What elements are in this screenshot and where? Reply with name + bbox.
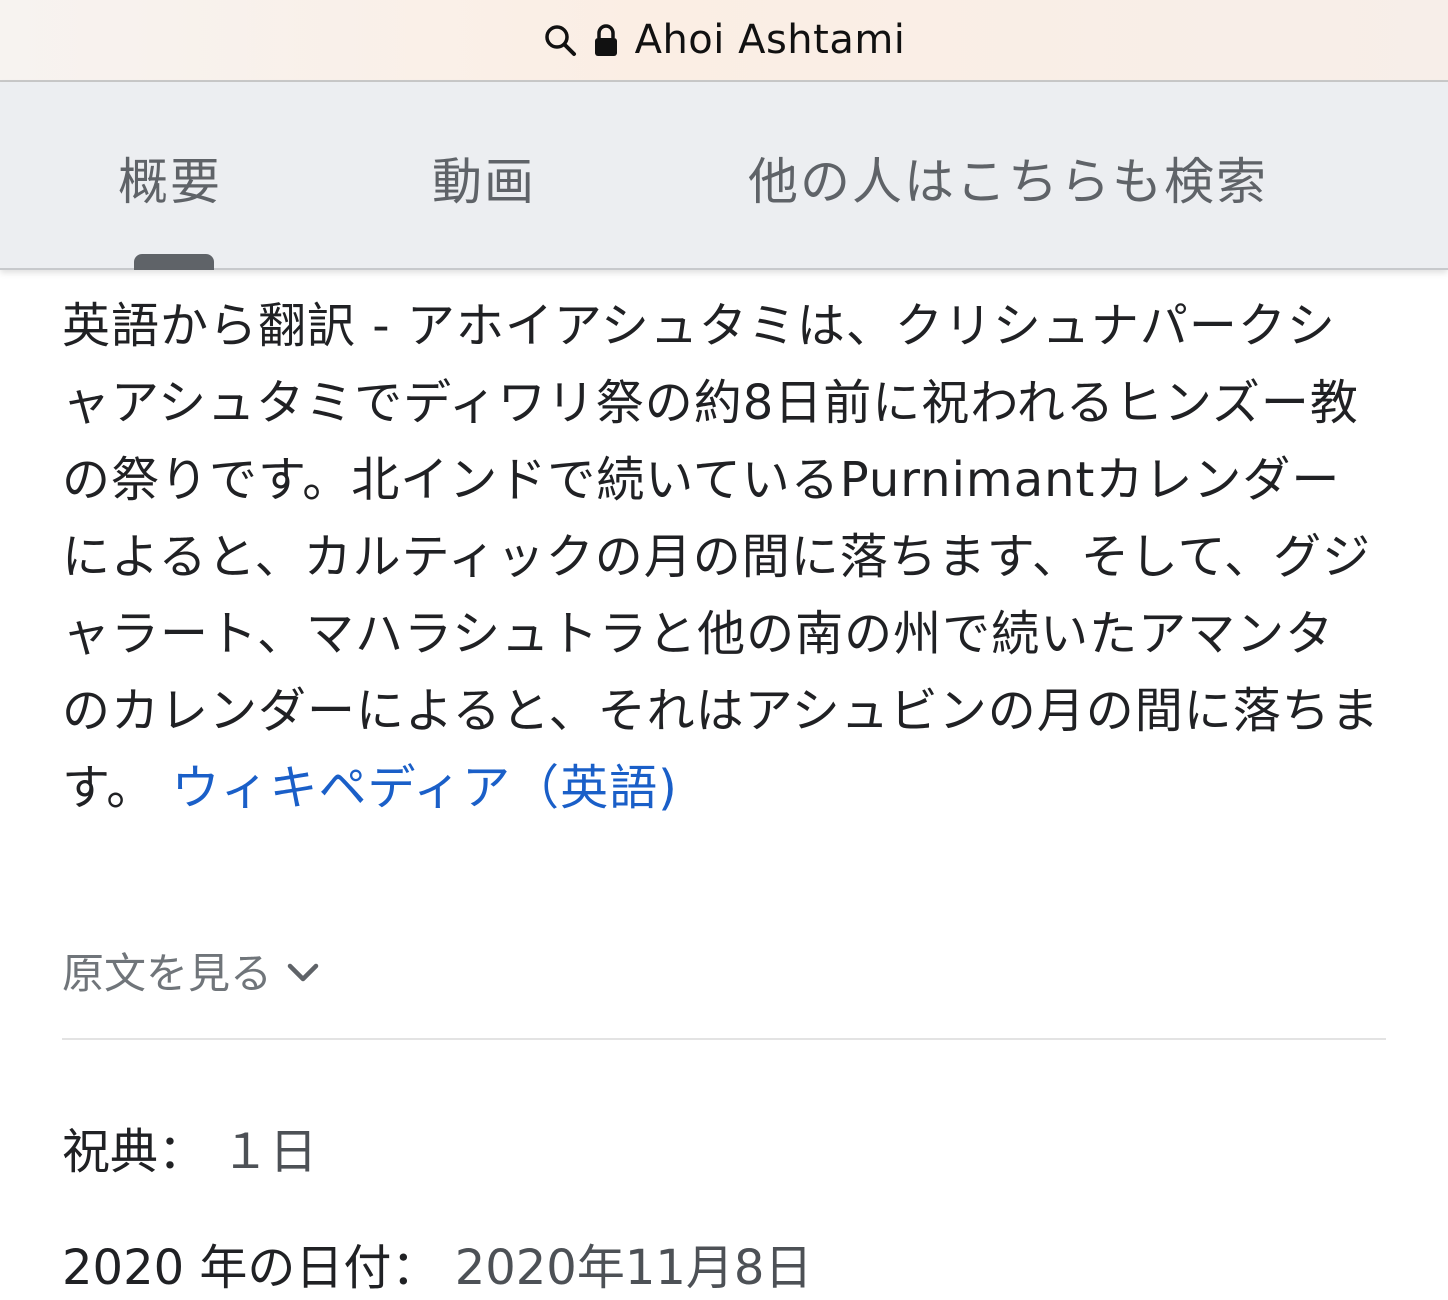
lock-icon — [593, 23, 619, 57]
address-bar[interactable]: Ahoi Ashtami — [0, 0, 1448, 82]
description-text-block: 英語から翻訳 - アホイアシュタミは、クリシュナパークシャアシュタミでディワリ祭… — [62, 288, 1382, 827]
fact-value[interactable]: 2020年11月8日 — [455, 1240, 813, 1296]
tab-overview[interactable]: 概要 — [118, 152, 222, 212]
fact-value: １日 — [221, 1124, 318, 1180]
see-original-label: 原文を見る — [62, 949, 273, 998]
page-title: Ahoi Ashtami — [634, 17, 906, 63]
address-bar-content[interactable]: Ahoi Ashtami — [543, 17, 906, 63]
fact-label: 2020 年の日付： — [62, 1240, 440, 1296]
description-section: 英語から翻訳 - アホイアシュタミは、クリシュナパークシャアシュタミでディワリ祭… — [62, 288, 1382, 827]
fact-label: 祝典： — [62, 1124, 207, 1180]
selected-tab-indicator — [134, 254, 214, 270]
tab-people-also-search[interactable]: 他の人はこちらも検索 — [748, 152, 1268, 212]
fact-2020-date: 2020 年の日付： 2020年11月8日 — [62, 1228, 812, 1298]
search-icon — [543, 23, 577, 57]
section-divider — [62, 1038, 1386, 1040]
fact-celebrations: 祝典： １日 — [62, 1112, 317, 1182]
chevron-down-icon — [286, 946, 320, 995]
description-text: 英語から翻訳 - アホイアシュタミは、クリシュナパークシャアシュタミでディワリ祭… — [62, 298, 1380, 816]
wikipedia-link[interactable]: ウィキペディア（英語) — [171, 760, 677, 816]
tab-videos[interactable]: 動画 — [432, 152, 536, 212]
see-original-button[interactable]: 原文を見る — [62, 940, 320, 1001]
tab-bar: 概要 動画 他の人はこちらも検索 — [0, 82, 1448, 270]
